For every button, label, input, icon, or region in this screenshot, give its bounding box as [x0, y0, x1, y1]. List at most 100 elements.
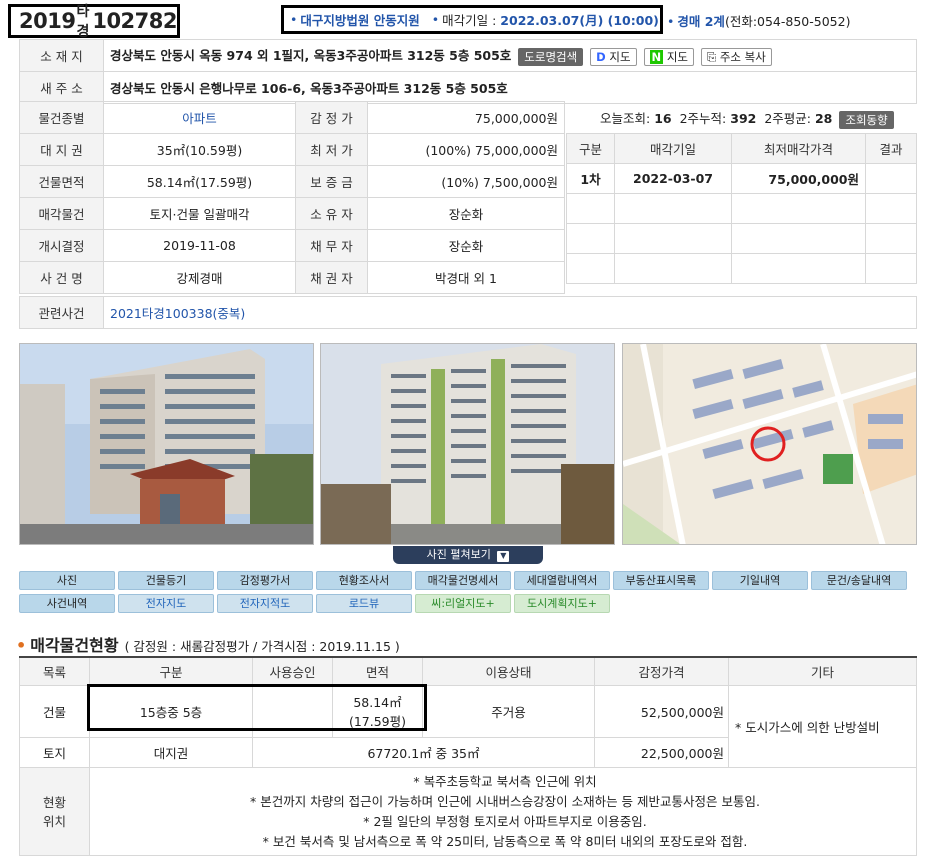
copy-icon: ⎘: [706, 49, 717, 64]
status-note: * 복주초등학교 북서측 인근에 위치: [413, 773, 597, 789]
photo-building-2[interactable]: [320, 343, 615, 545]
goods-header: 면적: [332, 656, 423, 686]
goods-header: 기타: [728, 656, 917, 686]
sale-date-label: 매각기일 :: [442, 13, 497, 28]
daum-map-icon: D: [596, 49, 606, 64]
court-name[interactable]: 대구지방법원 안동지원: [300, 10, 419, 29]
goods-price: 22,500,000원: [594, 736, 729, 768]
goods-header: 사용승인: [252, 656, 333, 686]
btn-appraisal-report[interactable]: 감정평가서: [217, 571, 313, 590]
photo-expand-toggle[interactable]: 사진 펼쳐보기 ▼: [393, 546, 543, 564]
goods-area: 67720.1㎡ 중 35㎡: [252, 736, 595, 768]
related-case-link[interactable]: 2021타경100338(중복): [103, 296, 917, 329]
avg-value: 28: [814, 111, 833, 126]
btn-schedule-history[interactable]: 기일내역: [712, 571, 808, 590]
appraisal-value: 75,000,000원: [367, 101, 565, 134]
status-label-1: 현황: [42, 795, 66, 810]
chevron-down-icon: ▼: [497, 551, 510, 562]
bullet-icon: •: [290, 12, 298, 27]
btn-household[interactable]: 세대열람내역서: [514, 571, 610, 590]
btn-photo[interactable]: 사진: [19, 571, 115, 590]
goods-header: 감정가격: [594, 656, 729, 686]
schedule-price: 75,000,000원: [731, 163, 866, 194]
btn-roadview[interactable]: 로드뷰: [316, 594, 412, 613]
road-search-button[interactable]: 도로명검색: [518, 47, 584, 66]
status-note: * 본건까지 차량의 접근이 가능하며 인근에 시내버스승강장이 소재하는 등 …: [250, 793, 760, 809]
copy-address-label: 주소 복사: [719, 49, 766, 64]
schedule-round: 1차: [566, 163, 615, 194]
deposit-label: 보 증 금: [295, 165, 368, 198]
btn-real-map[interactable]: 씨:리얼지도+: [415, 594, 511, 613]
goods-etc: * 도시가스에 의한 난방설비: [728, 684, 917, 768]
schedule-date: 2022-03-07: [614, 163, 732, 194]
goods-header: 목록: [19, 656, 90, 686]
department-name[interactable]: 경매 2계: [677, 14, 725, 29]
btn-case-history[interactable]: 사건내역: [19, 594, 115, 613]
location-label: 소 재 지: [19, 39, 104, 72]
land-value: 35㎡(10.59평): [103, 133, 296, 166]
section-title-text: 매각물건현황: [30, 636, 119, 655]
court-info-box: • 대구지방법원 안동지원 • 매각기일 : 2022.03.07(月) (10…: [281, 5, 663, 34]
appraisal-label: 감 정 가: [295, 101, 368, 134]
building-value: 58.14㎡(17.59평): [103, 165, 296, 198]
type-value[interactable]: 아파트: [103, 101, 296, 134]
min-price-value: (100%) 75,000,000원: [367, 133, 565, 166]
case-number: 2019 타경 102782: [8, 4, 180, 40]
btn-status-report[interactable]: 현황조사서: [316, 571, 412, 590]
sale-item-value: 토지·건물 일괄매각: [103, 197, 296, 230]
case-type: 타경: [76, 4, 89, 40]
copy-address-button[interactable]: ⎘ 주소 복사: [700, 47, 772, 66]
new-address-value: 경상북도 안동시 은행나무로 106-6, 옥동3주공아파트 312동 5층 5…: [103, 71, 917, 104]
goods-header: 이용상태: [422, 656, 595, 686]
goods-list: 건물: [19, 684, 90, 738]
debtor-value: 장순화: [367, 229, 565, 262]
new-address-label: 새 주 소: [19, 71, 104, 104]
goods-list: 토지: [19, 736, 90, 768]
map-thumbnail[interactable]: [622, 343, 917, 545]
schedule-header: 결과: [865, 133, 917, 164]
naver-map-button[interactable]: N 지도: [643, 47, 694, 66]
building-label: 건물면적: [19, 165, 104, 198]
bullet-icon: •: [667, 14, 675, 29]
creditor-label: 채 권 자: [295, 261, 368, 294]
daum-map-button[interactable]: D 지도: [590, 47, 637, 66]
creditor-value: 박경대 외 1: [367, 261, 565, 294]
related-label: 관련사건: [19, 296, 104, 329]
department-phone: (전화:054-850-5052): [724, 14, 851, 29]
naver-map-label: 지도: [666, 49, 688, 64]
goods-kind: 대지권: [89, 736, 253, 768]
schedule-header: 최저매각가격: [731, 133, 866, 164]
building-photo-image-2: [321, 344, 614, 544]
today-value: 16: [654, 111, 672, 126]
goods-header: 구분: [89, 656, 253, 686]
case-serial: 102782: [92, 9, 177, 33]
btn-e-cadastral[interactable]: 전자지적도: [217, 594, 313, 613]
schedule-row: 1차 2022-03-07 75,000,000원: [566, 163, 917, 194]
btn-sale-spec[interactable]: 매각물건명세서: [415, 571, 511, 590]
schedule-header: 매각기일: [614, 133, 732, 164]
status-label-2: 위치: [42, 814, 66, 829]
map-image: [623, 344, 916, 544]
location-value: 경상북도 안동시 옥동 974 외 1필지, 옥동3주공아파트 312동 5층 …: [110, 48, 512, 64]
section-subtitle: ( 감정원 : 새롬감정평가 / 가격시점 : 2019.11.15 ): [124, 639, 400, 654]
btn-urban-plan-map[interactable]: 도시계획지도+: [514, 594, 610, 613]
btn-building-register[interactable]: 건물등기: [118, 571, 214, 590]
daum-map-label: 지도: [609, 49, 631, 64]
case-name-value: 강제경매: [103, 261, 296, 294]
department-info: • 경매 2계(전화:054-850-5052): [667, 11, 850, 30]
btn-documents[interactable]: 문건/송달내역: [811, 571, 907, 590]
address-table: 소 재 지 경상북도 안동시 옥동 974 외 1필지, 옥동3주공아파트 31…: [19, 39, 917, 104]
bullet-icon: •: [431, 12, 440, 27]
sale-date: 2022.03.07(月) (10:00): [500, 13, 659, 28]
location-cell: 경상북도 안동시 옥동 974 외 1필지, 옥동3주공아파트 312동 5층 …: [103, 39, 917, 72]
btn-e-map[interactable]: 전자지도: [118, 594, 214, 613]
today-label: 오늘조회:: [600, 111, 651, 126]
photo-building-1[interactable]: [19, 343, 314, 545]
avg-label: 2주평균:: [764, 111, 811, 126]
view-trend-button[interactable]: 조회동향: [839, 110, 894, 129]
status-note: * 2필 일단의 부정형 토지로서 아파트부지로 이용중임.: [363, 813, 647, 829]
case-year: 2019: [19, 9, 76, 33]
deposit-value: (10%) 7,500,000원: [367, 165, 565, 198]
btn-real-estate-list[interactable]: 부동산표시목록: [613, 571, 709, 590]
goods-use: 주거용: [422, 684, 595, 738]
